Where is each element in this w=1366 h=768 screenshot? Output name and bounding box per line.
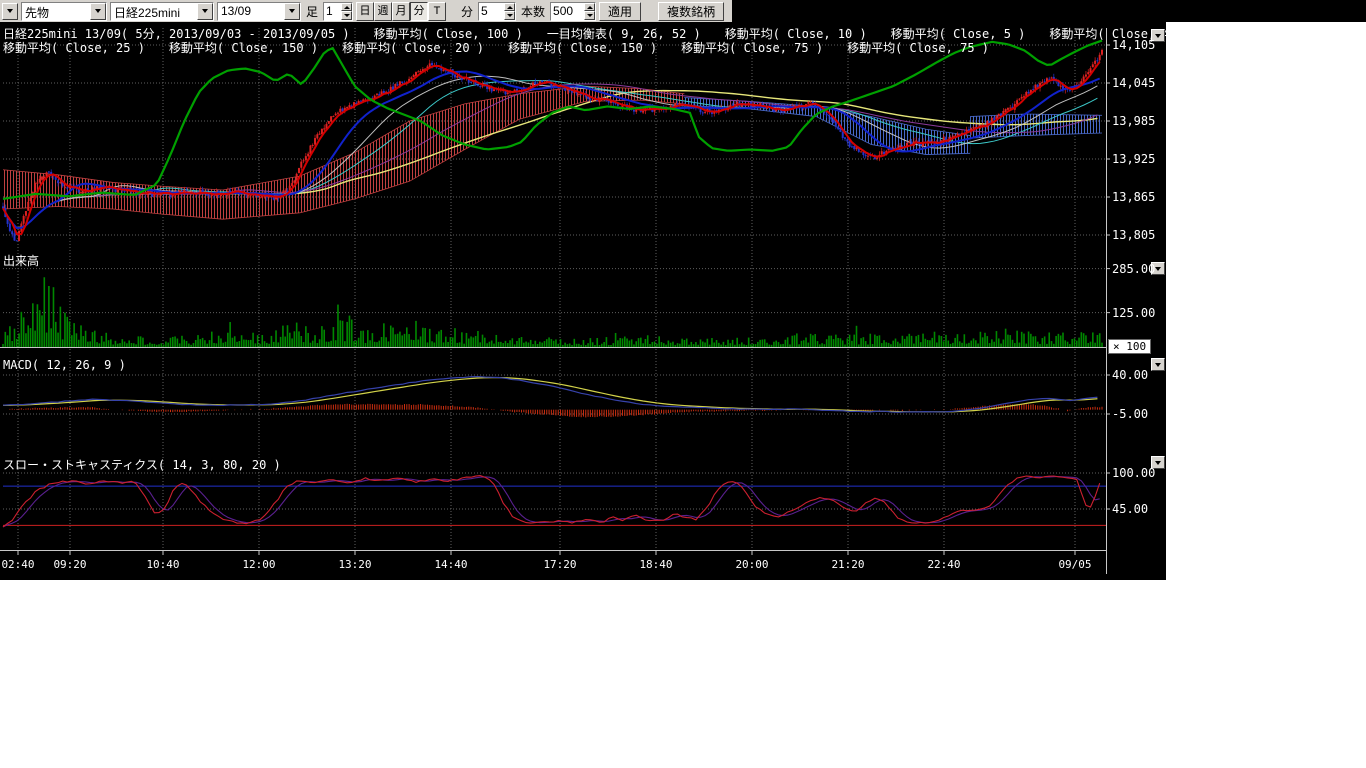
chevron-down-icon xyxy=(95,9,101,13)
period-button-group: 日週月分T xyxy=(356,2,446,21)
period-button-T[interactable]: T xyxy=(428,2,446,21)
chart-header-line2: 移動平均( Close, 25 ) 移動平均( Close, 150 ) 移動平均(… xyxy=(3,39,1013,56)
bar-interval-stepper[interactable] xyxy=(323,2,353,21)
spinner-up-icon[interactable] xyxy=(584,3,595,12)
bar-count-input[interactable] xyxy=(551,3,584,20)
symbol-dropdown-button[interactable] xyxy=(197,3,213,20)
price-axis-tick: 13,985 xyxy=(1112,114,1155,128)
category-dropdown-button[interactable] xyxy=(90,3,106,20)
main-toolbar: 先物 日経225mini 13/09 足 日週月分T 分 xyxy=(0,0,1366,22)
spinner-up-icon[interactable] xyxy=(341,3,352,12)
bar-type-label: 足 xyxy=(304,3,320,20)
stoch-pane-label: スロー・ストキャスティクス( 14, 3, 80, 20 ) xyxy=(3,456,281,473)
minute-stepper[interactable] xyxy=(478,2,516,21)
volume-axis-tick: 285.00 xyxy=(1112,262,1155,276)
spinner-down-icon[interactable] xyxy=(584,11,595,20)
time-axis-tick: 12:00 xyxy=(242,558,275,571)
indicator-label: 移動平均( Close, 150 ) xyxy=(508,39,657,56)
indicator-label: 移動平均( Close, 75 ) xyxy=(681,39,823,56)
toolbar-controls: 先物 日経225mini 13/09 足 日週月分T 分 xyxy=(0,0,732,22)
chevron-down-icon xyxy=(1155,363,1161,367)
time-axis-tick: 18:40 xyxy=(639,558,672,571)
indicator-label: 移動平均( Close, 150 ) xyxy=(169,39,318,56)
time-axis-tick: 21:20 xyxy=(831,558,864,571)
time-axis-tick: 13:20 xyxy=(338,558,371,571)
price-axis-tick: 13,805 xyxy=(1112,228,1155,242)
spinner-down-icon[interactable] xyxy=(504,11,515,20)
volume-axis-tick: 125.00 xyxy=(1112,306,1155,320)
period-button-月[interactable]: 月 xyxy=(392,2,410,21)
bar-count-stepper[interactable] xyxy=(550,2,596,21)
spinner-down-icon[interactable] xyxy=(341,11,352,20)
contract-month-select[interactable]: 13/09 xyxy=(217,2,301,21)
macd-axis-tick: -5.00 xyxy=(1112,407,1148,421)
spinner-buttons xyxy=(341,3,352,20)
macd-pane-label: MACD( 12, 26, 9 ) xyxy=(3,358,126,372)
window-menu-button[interactable] xyxy=(2,3,18,20)
bar-interval-input[interactable] xyxy=(324,3,341,20)
stoch-axis-tick: 100.00 xyxy=(1112,466,1155,480)
volume-unit-badge: × 100 xyxy=(1108,339,1151,354)
spinner-buttons xyxy=(504,3,515,20)
contract-month-value: 13/09 xyxy=(218,3,284,20)
chevron-down-icon xyxy=(7,9,13,13)
chevron-down-icon xyxy=(289,9,295,13)
time-axis-tick: 14:40 xyxy=(434,558,467,571)
volume-pane-label: 出来高 xyxy=(3,252,39,269)
chevron-down-icon xyxy=(1155,461,1161,465)
indicator-label: 移動平均( Close, 25 ) xyxy=(3,39,145,56)
time-axis-tick: 09/05 xyxy=(1058,558,1091,571)
time-axis-tick: 17:20 xyxy=(543,558,576,571)
macd-axis-tick: 40.00 xyxy=(1112,368,1148,382)
price-axis-tick: 13,865 xyxy=(1112,190,1155,204)
indicator-label: 移動平均( Close, 75 ) xyxy=(847,39,989,56)
price-axis-tick: 14,045 xyxy=(1112,76,1155,90)
period-button-分[interactable]: 分 xyxy=(410,2,428,21)
category-select[interactable]: 先物 xyxy=(21,2,107,21)
symbol-select-value: 日経225mini xyxy=(111,3,197,20)
apply-button[interactable]: 適用 xyxy=(599,2,641,21)
time-axis-tick: 02:40 xyxy=(1,558,34,571)
spinner-up-icon[interactable] xyxy=(504,3,515,12)
chevron-down-icon xyxy=(1155,34,1161,38)
time-axis-tick: 09:20 xyxy=(53,558,86,571)
time-axis-tick: 10:40 xyxy=(146,558,179,571)
stoch-axis-tick: 45.00 xyxy=(1112,502,1148,516)
indicator-label: 移動平均( Close, 20 ) xyxy=(342,39,484,56)
period-button-週[interactable]: 週 xyxy=(374,2,392,21)
category-select-value: 先物 xyxy=(22,3,90,20)
chevron-down-icon xyxy=(1155,267,1161,271)
bar-count-label: 本数 xyxy=(519,3,547,20)
chart-panel: 日経225mini 13/09( 5分, 2013/09/03 - 2013/0… xyxy=(0,22,1166,580)
contract-month-dropdown-button[interactable] xyxy=(284,3,300,20)
chart-canvas[interactable] xyxy=(0,22,1166,580)
minute-input[interactable] xyxy=(479,3,504,20)
price-axis-tick: 13,925 xyxy=(1112,152,1155,166)
symbol-select[interactable]: 日経225mini xyxy=(110,2,214,21)
multi-symbol-button[interactable]: 複数銘柄 xyxy=(658,2,724,21)
application-window: 先物 日経225mini 13/09 足 日週月分T 分 xyxy=(0,0,1366,768)
chevron-down-icon xyxy=(202,9,208,13)
time-axis-tick: 22:40 xyxy=(927,558,960,571)
period-button-日[interactable]: 日 xyxy=(356,2,374,21)
time-axis-tick: 20:00 xyxy=(735,558,768,571)
minute-label: 分 xyxy=(459,3,475,20)
macd-panel-menu-button[interactable] xyxy=(1151,358,1165,371)
price-axis-tick: 14,105 xyxy=(1112,38,1155,52)
spinner-buttons xyxy=(584,3,595,20)
